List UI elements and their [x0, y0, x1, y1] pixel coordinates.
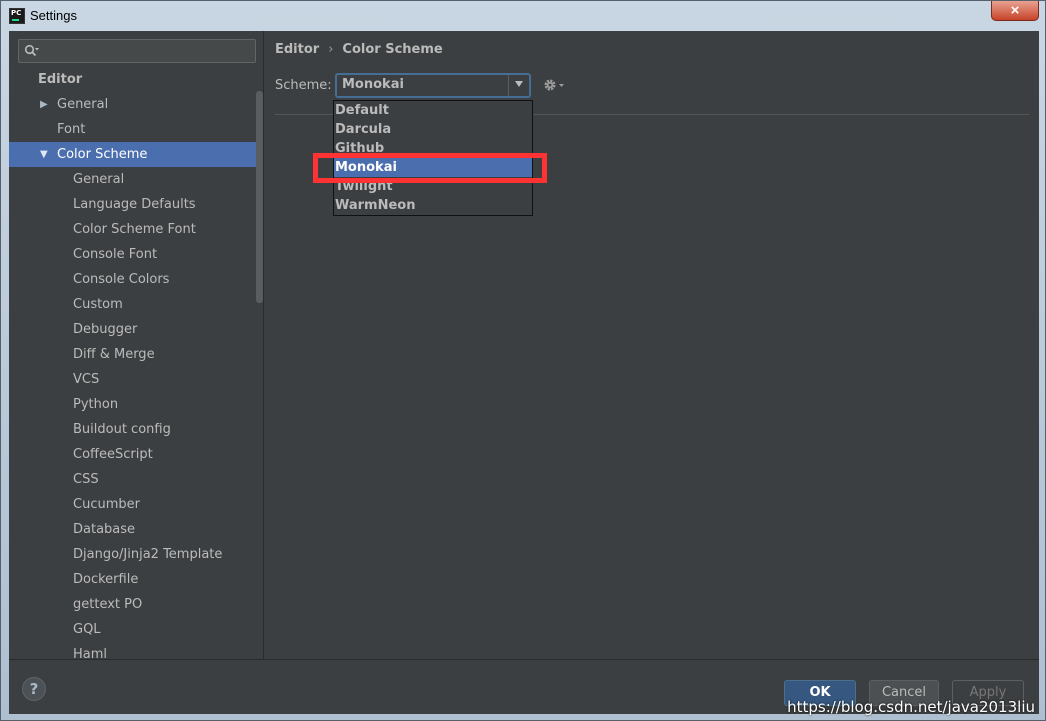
dialog-client: Editor ▶ General Font ▼ Color Scheme General L… — [9, 31, 1039, 714]
tree-item[interactable]: Cucumber — [9, 492, 263, 517]
title-bar[interactable]: PC Settings × — [1, 1, 1045, 31]
tree-item[interactable]: Buildout config — [9, 417, 263, 442]
search-icon — [24, 44, 39, 57]
logo-text: PC — [11, 9, 22, 17]
tree-item-label: Custom — [73, 297, 123, 312]
sidebar-scrollbar[interactable] — [256, 91, 263, 303]
tree-item[interactable]: CSS — [9, 467, 263, 492]
tree-item[interactable]: VCS — [9, 367, 263, 392]
breadcrumb-current: Color Scheme — [342, 42, 443, 57]
watermark: https://blog.csdn.net/java2013liu — [787, 698, 1035, 716]
tree-item-label: VCS — [73, 372, 100, 387]
tree-item-label: General — [57, 97, 109, 112]
tree-item-label: Debugger — [73, 322, 138, 337]
gear-icon[interactable] — [542, 77, 566, 93]
tree-item-label: Console Font — [73, 247, 158, 262]
triangle-right-icon[interactable]: ▶ — [40, 92, 48, 117]
triangle-down-icon[interactable]: ▼ — [40, 142, 48, 167]
scheme-option[interactable]: WarmNeon — [334, 196, 532, 215]
tree-item-label: Django/Jinja2 Template — [73, 547, 223, 562]
tree-item[interactable]: Console Colors — [9, 267, 263, 292]
tree-item[interactable]: Database — [9, 517, 263, 542]
tree-item[interactable]: Dockerfile — [9, 567, 263, 592]
tree-item-label: GQL — [73, 622, 101, 637]
tree-item-label: Buildout config — [73, 422, 171, 437]
search-input[interactable] — [18, 39, 256, 63]
scheme-option[interactable]: Darcula — [334, 120, 532, 139]
pycharm-logo-icon: PC — [9, 8, 25, 24]
tree-item[interactable]: CoffeeScript — [9, 442, 263, 467]
tree-item-label: Database — [73, 522, 136, 537]
scheme-label: Scheme: — [275, 78, 332, 93]
help-button[interactable]: ? — [22, 677, 46, 701]
tree-item-label: Language Defaults — [73, 197, 196, 212]
tree-item-label: General — [73, 172, 125, 187]
tree-item[interactable]: Font — [9, 117, 263, 142]
tree-item-label: CoffeeScript — [73, 447, 153, 462]
scheme-option[interactable]: Default — [334, 101, 532, 120]
tree-item-label: CSS — [73, 472, 99, 487]
scheme-combobox[interactable]: Monokai — [335, 73, 531, 98]
breadcrumb: Editor › Color Scheme — [275, 42, 443, 57]
breadcrumb-parent: Editor — [275, 42, 320, 57]
settings-content: Editor › Color Scheme Scheme: Monokai Defa… — [265, 31, 1039, 659]
settings-tree: Editor ▶ General Font ▼ Color Scheme General L… — [9, 67, 263, 659]
tree-item[interactable]: Debugger — [9, 317, 263, 342]
window-title: Settings — [30, 8, 77, 23]
tree-item-label: Console Colors — [73, 272, 170, 287]
tree-item-label: gettext PO — [73, 597, 143, 612]
tree-item[interactable]: Language Defaults — [9, 192, 263, 217]
settings-window: PC Settings × Editor ▶ General Font ▼ Color … — [0, 0, 1046, 721]
tree-item-label: Dockerfile — [73, 572, 139, 587]
tree-item-label: Python — [73, 397, 119, 412]
tree-item[interactable]: ▶ General — [9, 92, 263, 117]
tree-item[interactable]: Custom — [9, 292, 263, 317]
tree-item[interactable]: Diff & Merge — [9, 342, 263, 367]
scheme-combobox-value: Monokai — [342, 77, 404, 92]
tree-item[interactable]: Haml — [9, 642, 263, 659]
tree-item-label: Cucumber — [73, 497, 140, 512]
tree-item-label: Color Scheme Font — [73, 222, 196, 237]
breadcrumb-separator: › — [328, 42, 334, 57]
close-button[interactable]: × — [991, 1, 1039, 21]
tree-item-label: Font — [57, 122, 86, 137]
tree-item[interactable]: General — [9, 167, 263, 192]
tree-item-label: Color Scheme — [57, 147, 148, 162]
tree-heading-editor[interactable]: Editor — [9, 67, 263, 92]
tree-item[interactable]: Python — [9, 392, 263, 417]
settings-sidebar: Editor ▶ General Font ▼ Color Scheme General L… — [9, 31, 264, 659]
tree-item[interactable]: Color Scheme Font — [9, 217, 263, 242]
annotation-highlight-box — [313, 153, 547, 183]
tree-item-label: Haml — [73, 647, 108, 659]
tree-item[interactable]: gettext PO — [9, 592, 263, 617]
chevron-down-icon[interactable] — [515, 81, 523, 87]
tree-item[interactable]: Console Font — [9, 242, 263, 267]
tree-item-label: Diff & Merge — [73, 347, 155, 362]
tree-item[interactable]: ▼ Color Scheme — [9, 142, 263, 167]
tree-item[interactable]: Django/Jinja2 Template — [9, 542, 263, 567]
tree-item[interactable]: GQL — [9, 617, 263, 642]
